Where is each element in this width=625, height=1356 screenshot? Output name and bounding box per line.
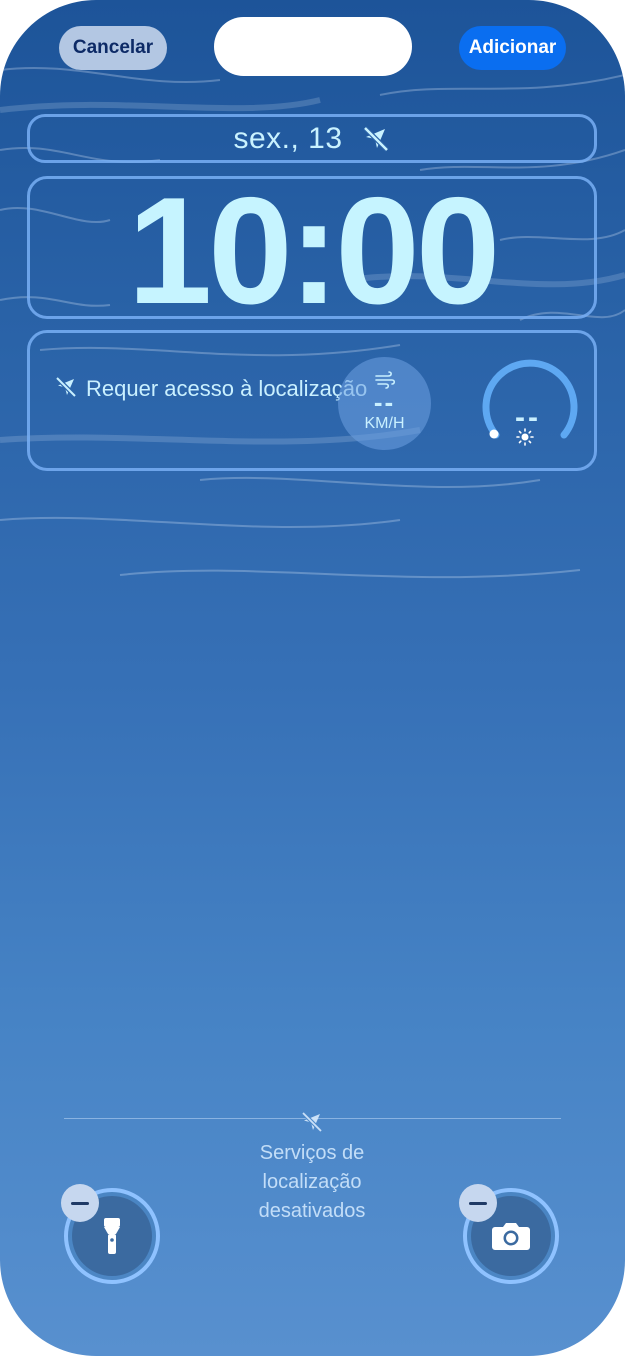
date-widget-slot[interactable]: sex., 13: [27, 114, 597, 163]
lock-screen-editor: Cancelar Adicionar sex., 13 10:00 Requer…: [0, 0, 625, 1356]
uv-index-value: --: [515, 401, 541, 434]
dynamic-island: [214, 17, 412, 76]
date-label: sex., 13: [233, 121, 343, 155]
wind-speed-unit: KM/H: [364, 415, 405, 432]
location-widget[interactable]: Requer acesso à localização: [54, 375, 367, 403]
wind-widget[interactable]: -- KM/H: [338, 357, 431, 450]
location-off-icon: [54, 375, 78, 399]
location-off-icon: [301, 1111, 323, 1133]
add-button[interactable]: Adicionar: [459, 26, 566, 70]
location-off-icon: [361, 124, 391, 154]
location-message: Requer acesso à localização: [86, 376, 368, 401]
remove-flashlight-button[interactable]: [61, 1184, 99, 1222]
cancel-button[interactable]: Cancelar: [59, 26, 167, 70]
flashlight-icon: [104, 1218, 120, 1254]
wind-speed-value: --: [373, 387, 396, 417]
clock-slot[interactable]: 10:00: [27, 175, 597, 327]
clock-time: 10:00: [127, 165, 501, 336]
widgets-slot[interactable]: Requer acesso à localização -- KM/H --: [27, 330, 597, 471]
remove-camera-button[interactable]: [459, 1184, 497, 1222]
uv-index-widget[interactable]: --: [478, 353, 578, 453]
location-services-status: Serviços de localização desativados: [258, 1142, 366, 1222]
camera-icon: [492, 1223, 530, 1250]
